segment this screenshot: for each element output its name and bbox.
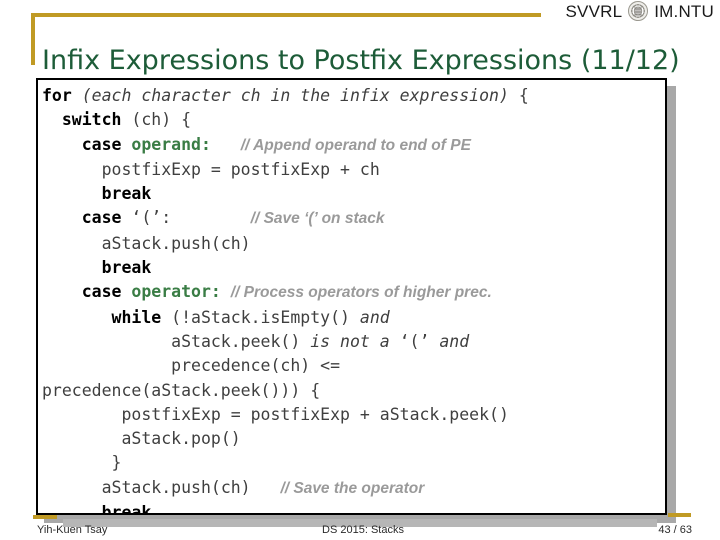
code-text: ‘(’: — [131, 208, 172, 228]
code-identifier: operator: — [131, 282, 221, 302]
code-line: case operator: // Process operators of h… — [42, 280, 665, 305]
code-line: case operand: // Append operand to end o… — [42, 133, 665, 158]
code-line: postfixExp = postfixExp + ch — [42, 158, 665, 182]
code-keyword: case — [81, 134, 132, 154]
code-text: and — [439, 331, 470, 351]
code-line: postfixExp = postfixExp + aStack.peek() — [42, 403, 665, 427]
gold-top-rule — [31, 13, 541, 17]
code-line: break — [42, 501, 665, 515]
brand-header: SVVRL IM.NTU — [566, 1, 715, 21]
code-line: aStack.push(ch) — [42, 232, 665, 256]
code-identifier: operand: — [131, 134, 211, 154]
brand-lab-label: SVVRL — [565, 1, 623, 21]
code-text: postfixExp = postfixExp + ch — [101, 159, 380, 179]
code-text: } — [111, 453, 122, 473]
code-text: and — [359, 307, 390, 327]
ntu-seal-icon — [628, 1, 649, 21]
code-keyword: for — [42, 86, 82, 105]
code-line: break — [42, 182, 665, 206]
gold-footer-accent-left — [33, 515, 57, 519]
code-text: (each character ch in the infix expressi… — [81, 86, 509, 105]
code-text: { — [508, 86, 529, 105]
code-text: (!aStack.isEmpty() — [171, 307, 360, 327]
code-lines: for (each character ch in the infix expr… — [38, 80, 665, 515]
code-line: precedence(ch) <= — [42, 354, 665, 378]
code-text: ‘(’ — [399, 331, 440, 351]
code-comment: // Append operand to end of PE — [240, 136, 471, 154]
code-keyword: while — [111, 307, 172, 327]
code-keyword: case — [81, 208, 132, 228]
footer-author: Yih-Kuen Tsay — [37, 524, 108, 536]
code-comment: // Save the operator — [280, 479, 425, 497]
gold-footer-accent-right — [668, 513, 691, 517]
footer-page-number: 43 / 63 — [658, 524, 692, 536]
code-block: for (each character ch in the infix expr… — [36, 78, 667, 515]
code-comment: // Process operators of higher prec. — [230, 284, 492, 302]
brand-dept-label: IM.NTU — [654, 1, 714, 21]
code-line: case ‘(’: // Save ‘(’ on stack — [42, 206, 665, 231]
code-line: precedence(aStack.peek())) { — [42, 379, 665, 403]
code-keyword: break — [101, 503, 152, 515]
code-text: is not a — [310, 331, 400, 351]
gold-title-accent-bar — [31, 13, 35, 65]
code-line: while (!aStack.isEmpty() and — [42, 306, 665, 330]
code-text: precedence(ch) <= — [171, 356, 341, 376]
page-title: Infix Expressions to Postfix Expressions… — [42, 45, 680, 77]
code-text: aStack.push(ch) — [101, 233, 251, 253]
code-keyword: case — [81, 282, 132, 302]
code-text: aStack.pop() — [121, 429, 241, 449]
slide-canvas: SVVRL IM.NTU Infix Expressions to Postfi… — [0, 0, 720, 540]
code-line: aStack.push(ch) // Save the operator — [42, 476, 665, 501]
code-text: postfixExp = postfixExp + aStack.peek() — [121, 404, 509, 424]
footer-course: DS 2015: Stacks — [322, 524, 404, 536]
code-line: } — [42, 451, 665, 475]
code-keyword: switch — [61, 110, 132, 130]
code-line: break — [42, 256, 665, 280]
code-keyword: break — [101, 258, 152, 278]
code-line: aStack.pop() — [42, 427, 665, 451]
code-line: for (each character ch in the infix expr… — [42, 84, 665, 108]
code-line: aStack.peek() is not a ‘(’ and — [42, 330, 665, 354]
code-text: precedence(aStack.peek())) { — [42, 380, 321, 400]
code-comment: // Save ‘(’ on stack — [250, 210, 385, 228]
code-text: aStack.push(ch) — [101, 477, 251, 497]
code-text: aStack.peek() — [171, 331, 311, 351]
code-text: (ch) { — [131, 110, 192, 130]
code-keyword: break — [101, 184, 152, 204]
code-line: switch (ch) { — [42, 108, 665, 132]
